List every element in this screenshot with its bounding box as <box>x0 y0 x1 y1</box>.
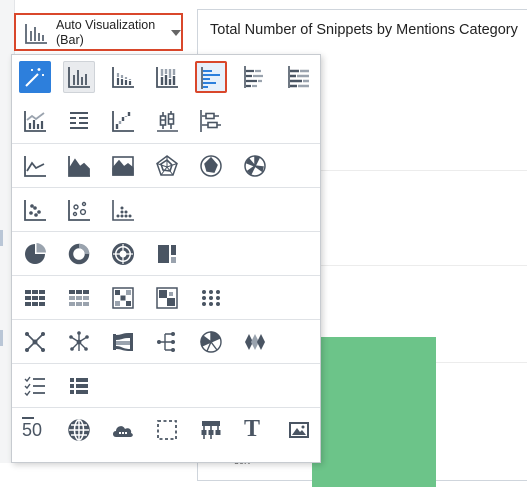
horizontal-bar-icon[interactable] <box>195 61 227 93</box>
grid-table-icon[interactable] <box>63 282 95 314</box>
sunburst-icon[interactable] <box>107 238 139 270</box>
visualization-type-menu: 50 T <box>11 54 321 463</box>
tree-diagram-icon[interactable] <box>151 326 183 358</box>
waterfall-icon[interactable] <box>107 105 139 137</box>
chart-bar[interactable] <box>312 337 436 487</box>
menu-row-combo <box>12 99 320 143</box>
pie-icon[interactable] <box>19 238 51 270</box>
treemap-icon[interactable] <box>151 238 183 270</box>
sankey-icon[interactable] <box>107 326 139 358</box>
map-icon[interactable] <box>63 414 95 446</box>
heat-matrix-icon[interactable] <box>107 282 139 314</box>
line-icon[interactable] <box>19 150 51 182</box>
combo-icon[interactable] <box>19 105 51 137</box>
menu-row-list <box>12 363 320 408</box>
bubble-icon[interactable] <box>63 194 95 226</box>
image-icon[interactable] <box>107 414 139 446</box>
correlation-matrix-icon[interactable] <box>151 282 183 314</box>
selector-label: Auto Visualization <box>56 18 156 32</box>
scatter-icon[interactable] <box>19 194 51 226</box>
chevron-down-icon <box>171 30 181 36</box>
donut-icon[interactable] <box>63 238 95 270</box>
selector-sublabel: (Bar) <box>56 33 84 47</box>
bar-chart-icon <box>24 23 48 50</box>
horizontal-box-plot-icon[interactable] <box>195 105 227 137</box>
100-percent-stacked-bar-icon[interactable] <box>151 61 183 93</box>
area-icon[interactable] <box>63 150 95 182</box>
timeline-icon[interactable] <box>239 326 271 358</box>
left-panel-marker <box>0 230 3 246</box>
tile-list-icon[interactable] <box>63 370 95 402</box>
bar-icon[interactable] <box>63 61 95 93</box>
table-icon[interactable] <box>19 282 51 314</box>
dot-plot-icon[interactable] <box>107 194 139 226</box>
menu-row-network <box>12 319 320 364</box>
auto-visualization-icon[interactable] <box>19 61 51 93</box>
text-box-glyph: T <box>244 416 261 442</box>
stacked-bar-icon[interactable] <box>107 61 139 93</box>
menu-row-table <box>12 275 320 320</box>
network-icon[interactable] <box>19 326 51 358</box>
horizontal-stacked-bar-icon[interactable] <box>239 61 271 93</box>
picture-icon[interactable] <box>283 414 315 446</box>
placeholder-icon[interactable] <box>151 414 183 446</box>
menu-row-scatter <box>12 187 320 232</box>
parallel-coordinates-icon[interactable] <box>195 282 227 314</box>
visualization-type-selector[interactable]: Auto Visualization (Bar) <box>14 13 183 51</box>
tile-icon[interactable]: 50 <box>19 414 51 446</box>
chord-icon[interactable] <box>63 326 95 358</box>
menu-row-other: 50 T <box>12 407 320 452</box>
100-percent-area-icon[interactable] <box>107 150 139 182</box>
circular-icon[interactable] <box>195 326 227 358</box>
menu-row-line <box>12 143 320 188</box>
left-panel-marker <box>0 330 3 346</box>
box-plot-icon[interactable] <box>151 105 183 137</box>
horizontal-100-percent-stacked-bar-icon[interactable] <box>283 61 315 93</box>
chart-title: Total Number of Snippets by Mentions Cat… <box>210 22 518 38</box>
hierarchy-icon[interactable] <box>195 414 227 446</box>
radar-bar-icon[interactable] <box>239 150 271 182</box>
list-icon[interactable] <box>19 370 51 402</box>
tile-value: 50 <box>22 420 43 440</box>
pivot-table-icon[interactable] <box>63 105 95 137</box>
radar-area-icon[interactable] <box>195 150 227 182</box>
menu-row-pie <box>12 231 320 276</box>
radar-line-icon[interactable] <box>151 150 183 182</box>
text-box-icon[interactable]: T <box>239 414 271 446</box>
menu-row-bar <box>12 55 320 99</box>
